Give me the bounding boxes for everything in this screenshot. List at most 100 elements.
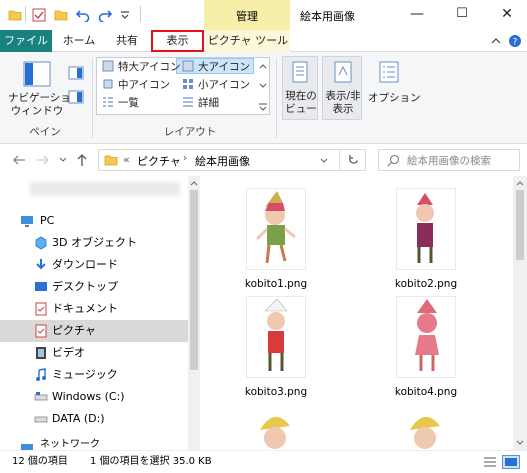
nav-item-3d-objects[interactable]: 3D オブジェクト [0,232,186,254]
list-icon [103,97,113,107]
nav-item-windows-c[interactable]: Windows (C:) [0,386,186,408]
file-item[interactable] [246,406,306,450]
file-list: kobito1.png kobito2.png kobito3.png kobi… [200,176,527,450]
details-view-icon[interactable] [483,456,497,468]
tab-file[interactable]: ファイル [0,30,52,52]
medium-icons-icon [103,79,113,89]
customize-toolbar-icon[interactable] [118,8,132,22]
scroll-down-icon[interactable] [516,440,524,446]
layout-list[interactable]: 一覧 [118,95,139,110]
layout-small[interactable]: 小アイコン [198,77,250,92]
nav-item-documents[interactable]: ドキュメント [0,298,186,320]
maximize-button[interactable]: ☐ [442,0,482,30]
layout-details[interactable]: 詳細 [198,95,219,110]
music-icon [36,368,46,381]
file-item[interactable]: kobito3.png [226,296,326,406]
folder-icon [104,155,118,166]
kobito-figure-icon [260,416,290,449]
tab-home[interactable]: ホーム [56,30,102,52]
nav-item-videos[interactable]: ビデオ [0,342,186,364]
file-item[interactable] [396,406,456,450]
chevron-up-icon[interactable] [490,35,502,47]
large-icons-view-icon[interactable] [502,455,520,469]
content-scrollbar[interactable] [513,176,527,450]
file-item[interactable]: kobito2.png [376,188,476,298]
scroll-up-icon[interactable] [190,180,198,186]
kobito-figure-icon [415,299,439,371]
breadcrumb-current-folder[interactable]: 絵本用画像 [195,153,250,169]
address-dropdown-icon[interactable] [319,157,329,165]
properties-icon[interactable] [32,8,46,22]
redo-icon[interactable] [98,8,112,22]
nav-item-downloads[interactable]: ダウンロード [0,254,186,276]
back-arrow-icon[interactable] [12,154,26,166]
search-icon [387,154,400,167]
layout-medium[interactable]: 中アイコン [118,77,170,92]
kobito-figure-icon [264,298,288,371]
new-folder-icon[interactable] [54,8,68,22]
quick-access-blurred [30,182,180,196]
nav-scroll-thumb[interactable] [190,190,198,370]
preview-pane-icon[interactable] [68,66,84,80]
drive-icon [34,392,48,401]
ribbon-tabs: ファイル ホーム 共有 表示 ピクチャ ツール ? [0,30,527,52]
breadcrumb-overflow[interactable]: « [123,153,130,166]
options-button[interactable]: オプション [368,90,421,105]
divider [140,6,141,22]
file-item[interactable]: kobito4.png [376,296,476,406]
minimize-button[interactable]: — [397,0,437,30]
up-arrow-icon[interactable] [76,153,88,167]
file-name: kobito1.png [244,278,308,290]
nav-item-data-d[interactable]: DATA (D:) [0,408,186,430]
nav-item-pc[interactable]: PC [0,210,186,232]
current-view-icon[interactable] [289,60,311,84]
gallery-scroll-icon[interactable] [258,60,268,112]
layout-extra-large[interactable]: 特大アイコン [118,59,180,74]
image-thumbnail [396,188,456,270]
undo-icon[interactable] [76,8,90,22]
search-placeholder: 絵本用画像の検索 [407,155,491,167]
item-count: 12 個の項目 [12,456,68,467]
cube-icon [35,236,47,250]
desktop-icon [35,282,47,291]
title-bar: 管理 絵本用画像 — ☐ ✕ [0,0,527,30]
layout-group-label: レイアウト [163,126,217,138]
navigation-pane-button[interactable]: ナビゲーション ウィンドウ [8,92,81,118]
refresh-icon[interactable] [347,154,360,167]
document-icon [35,302,47,316]
tab-share[interactable]: 共有 [106,30,148,52]
search-box[interactable]: 絵本用画像の検索 [378,149,520,171]
show-hide-button[interactable]: 表示/非 表示 [324,90,362,116]
current-view-button[interactable]: 現在の ビュー [284,90,318,116]
pane-group-label: ペイン [29,126,61,138]
nav-scrollbar[interactable] [188,176,200,450]
file-item[interactable]: kobito1.png [226,188,326,298]
video-icon [36,347,46,359]
address-bar[interactable]: « ピクチャ › 絵本用画像 [98,149,366,171]
tab-picture-tools[interactable]: ピクチャ ツール [206,30,290,52]
layout-large[interactable]: 大アイコン [198,59,250,74]
status-bar: 12 個の項目 1 個の項目を選択 35.0 KB [0,450,527,473]
nav-item-desktop[interactable]: デスクトップ [0,276,186,298]
recent-locations-icon[interactable] [58,156,68,164]
close-button[interactable]: ✕ [487,0,527,30]
scroll-up-icon[interactable] [516,180,524,186]
divider [25,6,26,22]
options-icon[interactable] [378,60,400,84]
nav-item-network[interactable]: ネットワーク [0,434,186,450]
image-thumbnail [396,296,456,378]
extra-large-icons-icon [102,60,114,72]
tab-view[interactable]: 表示 [151,30,204,52]
breadcrumb-pictures[interactable]: ピクチャ [137,153,181,169]
forward-arrow-icon[interactable] [36,154,50,166]
show-hide-icon[interactable] [332,60,354,84]
help-icon[interactable]: ? [508,34,522,48]
navigation-pane-icon[interactable] [22,60,52,90]
navigation-pane: PC 3D オブジェクト ダウンロード デスクトップ ドキュメント ピクチャ ビ… [0,176,200,450]
details-pane-icon[interactable] [68,90,84,104]
nav-item-pictures[interactable]: ピクチャ [0,320,188,342]
nav-item-music[interactable]: ミュージック [0,364,186,386]
details-icon [183,97,193,107]
content-scroll-thumb[interactable] [516,190,524,260]
folder-icon[interactable] [8,8,22,22]
